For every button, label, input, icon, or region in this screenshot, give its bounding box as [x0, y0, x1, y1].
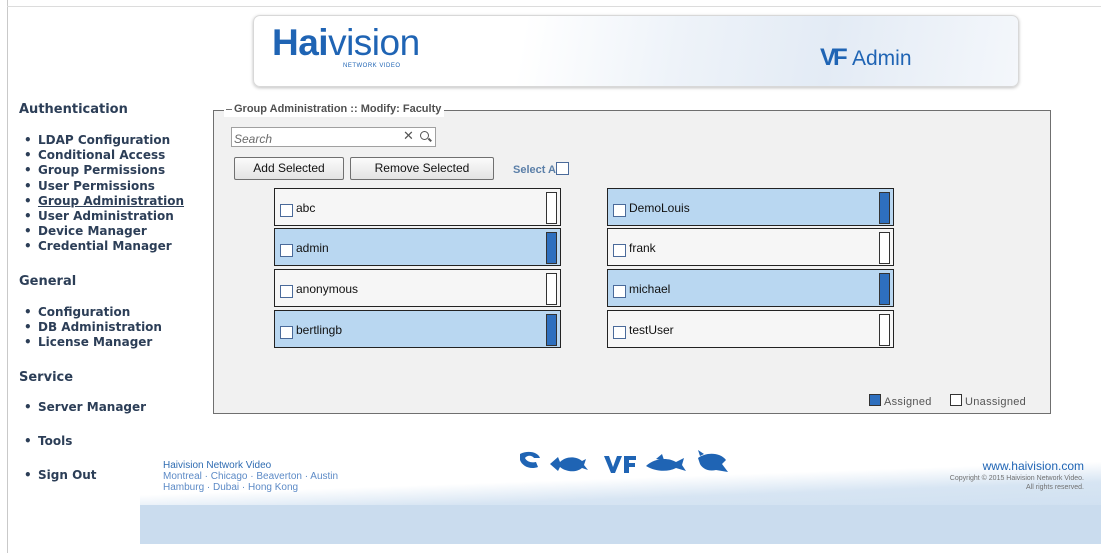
assigned-indicator [546, 314, 557, 346]
vf-logo-icon: VF [820, 44, 848, 71]
footer-band [140, 505, 1101, 544]
user-tile-testuser[interactable]: testUser [607, 310, 894, 348]
user-name: michael [629, 282, 671, 296]
sidebar-item-user-administration[interactable]: • User Administration [24, 209, 184, 224]
company-cities-1: Montreal · Chicago · Beaverton · Austin [163, 471, 339, 482]
user-checkbox[interactable] [613, 326, 626, 339]
assigned-indicator [546, 232, 557, 264]
sidebar-item-license-manager[interactable]: • License Manager [24, 335, 162, 350]
select-all-checkbox[interactable] [556, 162, 569, 175]
nav-list-general: • Configuration • DB Administration • Licen… [24, 305, 162, 351]
company-name: Haivision Network Video [163, 460, 272, 471]
user-checkbox[interactable] [613, 285, 626, 298]
user-name: admin [296, 241, 329, 255]
haivision-logo: Haivision [272, 22, 420, 63]
user-name: DemoLouis [629, 201, 690, 215]
user-tile-abc[interactable]: abc [274, 188, 561, 226]
logo-subtitle: NETWORK VIDEO [343, 63, 401, 69]
sidebar-item-sign-out[interactable]: • Sign Out [24, 468, 97, 482]
nav-list-authentication: • LDAP Configuration • Conditional Access … [24, 133, 184, 255]
sidebar-item-group-administration[interactable]: • Group Administration [24, 194, 184, 209]
sidebar-item-configuration[interactable]: • Configuration [24, 305, 162, 320]
legend-unassigned: Unassigned [950, 394, 1026, 408]
user-name: frank [629, 241, 656, 255]
unassigned-indicator [546, 192, 557, 224]
sidebar-item-group-permissions[interactable]: • Group Permissions [24, 163, 184, 178]
nav-heading-service: Service [19, 370, 74, 385]
footer-company: Haivision Network Video Montreal · Chica… [163, 460, 338, 493]
remove-selected-button[interactable]: Remove Selected [350, 157, 494, 180]
mascot-icons [520, 450, 728, 473]
sidebar-item-db-administration[interactable]: • DB Administration [24, 320, 162, 335]
user-checkbox[interactable] [613, 204, 626, 217]
unassigned-indicator [546, 273, 557, 305]
unassigned-swatch [950, 394, 962, 406]
search-icon[interactable] [420, 131, 429, 140]
sidebar-item-ldap-configuration[interactable]: • LDAP Configuration [24, 133, 184, 148]
nav-heading-general: General [19, 274, 77, 289]
panel-legend: Group Administration :: Modify: Faculty [224, 102, 445, 117]
user-tile-admin[interactable]: admin [274, 228, 561, 266]
legend-assigned: Assigned [869, 394, 932, 408]
sidebar-item-server-manager[interactable]: • Server Manager [24, 400, 146, 414]
user-tile-frank[interactable]: frank [607, 228, 894, 266]
window-top-border [7, 6, 1101, 7]
vf-icon [604, 456, 636, 473]
assigned-indicator [879, 273, 890, 305]
assigned-indicator [879, 192, 890, 224]
select-all-label: Select All [513, 164, 563, 176]
footer-copyright: Copyright © 2015 Haivision Network Video… [949, 475, 1084, 491]
sidebar-item-tools[interactable]: • Tools [24, 434, 72, 448]
header-banner: Haivision NETWORK VIDEO VF Admin [253, 15, 1019, 87]
nav-heading-authentication: Authentication [19, 102, 128, 117]
shark-icon [520, 451, 540, 469]
product-name: Admin [852, 47, 912, 70]
assigned-swatch [869, 394, 881, 406]
unassigned-indicator [879, 232, 890, 264]
sidebar-item-device-manager[interactable]: • Device Manager [24, 224, 184, 239]
user-checkbox[interactable] [280, 204, 293, 217]
clear-icon[interactable]: ✕ [403, 128, 414, 146]
fish-icon [550, 457, 588, 472]
user-checkbox[interactable] [280, 326, 293, 339]
user-name: abc [296, 201, 316, 215]
sidebar-item-conditional-access[interactable]: • Conditional Access [24, 148, 184, 163]
shark-icon [646, 454, 686, 471]
user-name: bertlingb [296, 323, 343, 337]
user-tile-michael[interactable]: michael [607, 269, 894, 307]
sidebar-item-user-permissions[interactable]: • User Permissions [24, 179, 184, 194]
user-tile-bertlingb[interactable]: bertlingb [274, 310, 561, 348]
footer-website-link[interactable]: www.haivision.com [983, 459, 1084, 473]
user-checkbox[interactable] [280, 244, 293, 257]
window-left-border [7, 0, 8, 553]
user-name: testUser [629, 323, 674, 337]
user-tile-demolouis[interactable]: DemoLouis [607, 188, 894, 226]
add-selected-button[interactable]: Add Selected [234, 157, 344, 180]
search-box: ✕ [231, 127, 436, 147]
unassigned-indicator [879, 314, 890, 346]
user-checkbox[interactable] [280, 285, 293, 298]
user-name: anonymous [296, 282, 359, 296]
user-checkbox[interactable] [613, 244, 626, 257]
search-input[interactable] [232, 131, 394, 147]
user-tile-anonymous[interactable]: anonymous [274, 269, 561, 307]
sidebar-item-credential-manager[interactable]: • Credential Manager [24, 239, 184, 254]
anglerfish-icon [698, 450, 728, 472]
company-cities-2: Hamburg · Dubai · Hong Kong [163, 482, 299, 493]
